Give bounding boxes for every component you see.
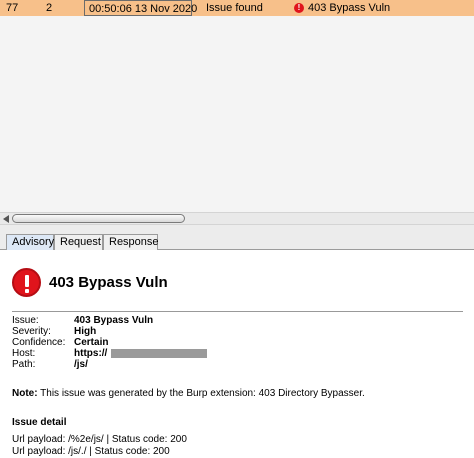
issue-tool: 2: [46, 2, 53, 14]
redacted-host: [111, 349, 207, 358]
panel-divider[interactable]: [0, 225, 474, 234]
payload-line: Url payload: /js/./ | Status code: 200: [12, 446, 170, 457]
table-row[interactable]: 77 2 00:50:06 13 Nov 2020 Issue found ! …: [0, 0, 474, 16]
issue-detail-heading: Issue detail: [12, 417, 67, 428]
divider: [12, 311, 463, 312]
tab-advisory[interactable]: Advisory: [6, 234, 54, 250]
payload-line: Url payload: /%2e/js/ | Status code: 200: [12, 434, 187, 445]
issue-name: 403 Bypass Vuln: [308, 2, 391, 14]
alert-icon: [12, 268, 41, 297]
note-text: Note: This issue was generated by the Bu…: [12, 388, 365, 399]
scrollbar-thumb[interactable]: [12, 214, 185, 223]
alert-icon: !: [294, 3, 304, 13]
scroll-left-arrow-icon[interactable]: [3, 215, 9, 223]
advisory-title: 403 Bypass Vuln: [49, 274, 168, 291]
detail-tabs: Advisory Request Response: [0, 234, 474, 250]
issue-name-cell: ! 403 Bypass Vuln: [294, 0, 390, 16]
advisory-panel: 403 Bypass Vuln Issue: 403 Bypass Vuln S…: [0, 251, 474, 458]
issue-type: Issue found: [206, 2, 263, 14]
issue-time: 00:50:06 13 Nov 2020: [84, 0, 197, 16]
tab-request[interactable]: Request: [54, 234, 103, 250]
issues-table: 77 2 00:50:06 13 Nov 2020 Issue found ! …: [0, 0, 474, 212]
tab-response[interactable]: Response: [103, 234, 159, 250]
issue-number: 77: [6, 2, 19, 14]
horizontal-scrollbar[interactable]: [0, 212, 474, 225]
